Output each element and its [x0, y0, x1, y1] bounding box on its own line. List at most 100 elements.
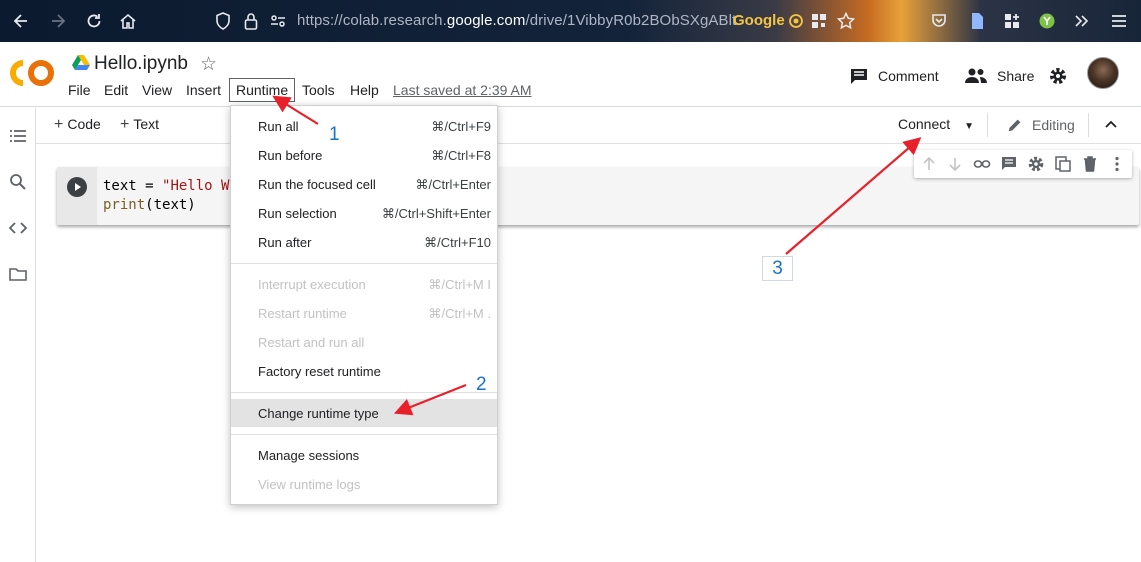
search-icon[interactable] — [8, 172, 28, 192]
connect-dropdown-icon[interactable]: ▼ — [964, 121, 974, 132]
colab-header: Hello.ipynb ☆ File Edit View Insert Runt… — [0, 42, 1141, 107]
annotation-number-3: 3 — [762, 256, 793, 281]
add-code-label: Code — [67, 116, 101, 132]
bookmark-star-icon[interactable] — [836, 11, 856, 31]
menu-file[interactable]: File — [68, 82, 91, 98]
menu-insert[interactable]: Insert — [186, 82, 221, 98]
menu-item-label: Run before — [258, 148, 323, 163]
cell-gutter — [57, 167, 97, 225]
annotation-number-2: 2 — [476, 374, 487, 395]
menu-item-restart-and-run-all: Restart and run all — [231, 328, 497, 356]
hamburger-menu-icon[interactable] — [1109, 11, 1129, 31]
menu-item-run-selection[interactable]: Run selection ⌘/Ctrl+Shift+Enter — [231, 199, 497, 227]
url-path: /drive/1VibbyR0b2BObSXgABlt — [525, 12, 737, 29]
notebook-toolbar: + Code + Text Connect ▼ Editing — [36, 108, 1141, 144]
move-up-arrow-icon[interactable] — [920, 155, 938, 173]
menu-item-label: Restart runtime — [258, 306, 347, 321]
connect-label: Connect — [898, 116, 951, 132]
link-icon[interactable] — [973, 155, 991, 173]
toolbar-divider — [1088, 113, 1089, 137]
code-text: (text) — [145, 197, 196, 213]
menu-view[interactable]: View — [142, 82, 172, 98]
plus-icon: + — [54, 116, 64, 133]
code-text: text = — [103, 178, 163, 194]
back-arrow-icon[interactable] — [11, 11, 31, 31]
add-text-label: Text — [133, 116, 160, 132]
avatar[interactable] — [1087, 57, 1119, 89]
editing-label: Editing — [1032, 117, 1075, 133]
run-cell-play-icon[interactable] — [67, 177, 87, 197]
editing-mode-button[interactable]: Editing — [1006, 116, 1075, 134]
menu-item-run-all[interactable]: Run all ⌘/Ctrl+F9 — [231, 112, 497, 140]
table-of-contents-icon[interactable] — [8, 126, 28, 146]
comment-icon — [851, 69, 867, 84]
google-drive-icon[interactable] — [72, 54, 90, 70]
settings-button[interactable] — [1048, 66, 1068, 86]
comment-icon[interactable] — [1000, 155, 1018, 173]
menu-item-run-after[interactable]: Run after ⌘/Ctrl+F10 — [231, 228, 497, 256]
qr-icon[interactable] — [809, 11, 829, 31]
menu-tools[interactable]: Tools — [302, 82, 335, 98]
move-down-arrow-icon[interactable] — [946, 155, 964, 173]
document-icon[interactable] — [967, 11, 987, 31]
trash-icon[interactable] — [1081, 155, 1099, 173]
menu-item-label: Factory reset runtime — [258, 364, 381, 379]
url-domain: google.com — [446, 12, 526, 29]
cell-toolbar — [914, 150, 1132, 178]
url-bar[interactable]: https://colab.research.google.com/drive/… — [297, 12, 736, 29]
share-button[interactable]: Share — [964, 66, 1034, 86]
collapse-header-chevron-icon[interactable] — [1102, 116, 1120, 134]
add-code-button[interactable]: + Code — [54, 116, 101, 134]
menu-item-change-runtime-type[interactable]: Change runtime type — [231, 399, 497, 427]
gear-icon — [1050, 68, 1066, 84]
notebook-title[interactable]: Hello.ipynb — [94, 53, 188, 75]
files-folder-icon[interactable] — [8, 264, 28, 284]
overflow-chevrons-icon[interactable] — [1072, 11, 1092, 31]
menu-item-view-runtime-logs: View runtime logs — [231, 470, 497, 498]
connect-button[interactable]: Connect ▼ — [898, 116, 974, 132]
annotation-number-1: 1 — [329, 124, 340, 145]
extensions-grid-icon[interactable] — [1002, 11, 1022, 31]
menu-item-manage-sessions[interactable]: Manage sessions — [231, 441, 497, 469]
code-snippets-icon[interactable] — [8, 218, 28, 238]
shield-icon[interactable] — [213, 11, 233, 31]
reader-icon[interactable] — [786, 11, 806, 31]
permissions-icon[interactable] — [268, 11, 288, 31]
menu-edit[interactable]: Edit — [104, 82, 128, 98]
home-icon[interactable] — [118, 11, 138, 31]
code-editor[interactable]: text = "Hello W print(text) — [103, 177, 229, 215]
menu-item-label: Manage sessions — [258, 448, 360, 463]
menu-item-shortcut: ⌘/Ctrl+F8 — [431, 148, 491, 163]
colab-logo-icon[interactable] — [10, 59, 54, 87]
menu-item-shortcut: ⌘/Ctrl+Enter — [415, 177, 492, 192]
menu-help[interactable]: Help — [350, 82, 379, 98]
mirror-cell-icon[interactable] — [1054, 155, 1072, 173]
reload-icon[interactable] — [84, 11, 104, 31]
comment-button[interactable]: Comment — [849, 66, 939, 86]
add-text-button[interactable]: + Text — [120, 116, 159, 134]
gear-icon[interactable] — [1027, 155, 1045, 173]
menu-item-run-before[interactable]: Run before ⌘/Ctrl+F8 — [231, 141, 497, 169]
comment-label: Comment — [878, 68, 939, 84]
plus-icon: + — [120, 116, 130, 133]
browser-toolbar: https://colab.research.google.com/drive/… — [0, 0, 1141, 42]
extension-y-icon[interactable] — [1037, 11, 1057, 31]
menu-item-shortcut: ⌘/Ctrl+Shift+Enter — [381, 206, 491, 221]
forward-arrow-icon[interactable] — [48, 11, 68, 31]
code-string: "Hello W — [162, 178, 230, 194]
more-vert-icon[interactable] — [1108, 155, 1126, 173]
last-saved-link[interactable]: Last saved at 2:39 AM — [393, 82, 532, 98]
pencil-icon — [1008, 119, 1021, 132]
star-icon[interactable]: ☆ — [200, 53, 217, 76]
menu-item-label: Run selection — [258, 206, 337, 221]
runtime-menu: Run all ⌘/Ctrl+F9 Run before ⌘/Ctrl+F8 Run… — [230, 105, 498, 505]
pocket-icon[interactable] — [929, 11, 949, 31]
menu-item-shortcut: ⌘/Ctrl+M I — [428, 277, 491, 292]
menu-item-run-focused-cell[interactable]: Run the focused cell ⌘/Ctrl+Enter — [231, 170, 497, 198]
url-prefix: https://colab.research. — [297, 12, 447, 29]
menu-divider — [231, 434, 497, 435]
menu-runtime[interactable]: Runtime — [229, 78, 296, 102]
lock-icon[interactable] — [241, 11, 261, 31]
menu-item-factory-reset-runtime[interactable]: Factory reset runtime — [231, 357, 497, 385]
menu-item-label: Restart and run all — [258, 335, 365, 350]
